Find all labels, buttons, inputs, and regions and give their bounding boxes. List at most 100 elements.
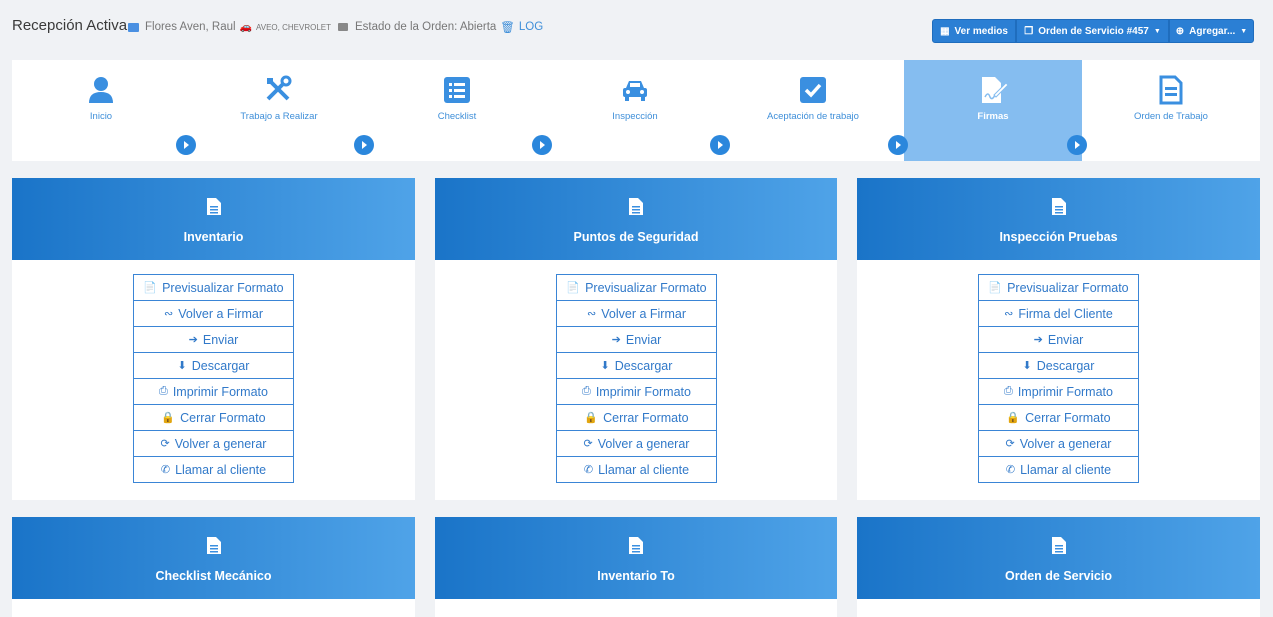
file-text-icon [629, 537, 643, 554]
log-icon[interactable]: 🗑 [500, 20, 515, 34]
action-label: Previsualizar Formato [162, 280, 284, 295]
orden-servicio-dropdown[interactable]: ❐ Orden de Servicio #457 ▼ [1016, 19, 1169, 43]
signature-icon [982, 77, 1008, 103]
action-label: Llamar al cliente [1020, 462, 1112, 477]
step-aceptacion-de-trabajo[interactable]: Aceptación de trabajo [724, 60, 902, 161]
action-button[interactable]: ✆ Llamar al cliente [556, 456, 717, 483]
action-button[interactable]: ⎙ Imprimir Formato [978, 378, 1139, 405]
next-step-arrow-icon[interactable] [1067, 135, 1087, 155]
ver-medios-label: Ver medios [954, 25, 1008, 37]
refresh-icon: ⟳ [1005, 438, 1015, 450]
refresh-icon: ⟳ [583, 438, 593, 450]
next-step-arrow-icon[interactable] [710, 135, 730, 155]
action-label: Enviar [1047, 332, 1084, 347]
step-inspeccion[interactable]: Inspección [546, 60, 724, 161]
action-button[interactable]: ⟳ Volver a generar [978, 430, 1139, 457]
print-icon: ⎙ [1004, 385, 1013, 397]
action-label: Enviar [202, 332, 239, 347]
file-text-icon [1051, 537, 1066, 554]
step-firmas[interactable]: Firmas [904, 60, 1082, 161]
next-step-arrow-icon[interactable] [888, 135, 908, 155]
action-button[interactable]: ⬇ Descargar [978, 352, 1139, 379]
tools-icon [266, 75, 292, 101]
action-button[interactable]: 🔒 Cerrar Formato [556, 404, 717, 431]
list-icon [444, 77, 470, 103]
step-checklist[interactable]: Checklist [368, 60, 546, 161]
file-text-icon [1051, 198, 1066, 215]
agregar-dropdown[interactable]: ⊕ Agregar... ▼ [1169, 19, 1254, 43]
next-step-arrow-icon[interactable] [176, 135, 196, 155]
toolbar: ▦ Ver medios ❐ Orden de Servicio #457 ▼ … [932, 19, 1254, 43]
plus-circle-icon: ⊕ [1175, 25, 1185, 37]
step-label: Inicio [89, 111, 113, 122]
file-text-icon [629, 198, 643, 215]
action-button[interactable]: ✆ Llamar al cliente [978, 456, 1139, 483]
step-inicio[interactable]: Inicio [12, 60, 190, 161]
action-button[interactable]: 🔒 Cerrar Formato [133, 404, 294, 431]
log-link[interactable]: LOG [519, 21, 543, 33]
action-button[interactable]: ⬇ Descargar [556, 352, 717, 379]
card-title: Orden de Servicio [1005, 569, 1112, 583]
customer-name: Flores Aven, Raul [145, 21, 236, 33]
card-actions: 📄 Previsualizar Formato ∾ Volver a Firmar ➔ E… [556, 274, 717, 483]
top-bar: Recepción Activa Flores Aven, Raul 🚗 AVE… [0, 0, 1273, 50]
send-icon: ➔ [188, 334, 198, 346]
action-button[interactable]: ∾ Volver a Firmar [556, 300, 717, 327]
action-label: Descargar [614, 358, 673, 373]
file-icon: 📄 [988, 282, 1003, 294]
print-icon: ⎙ [582, 385, 591, 397]
next-step-arrow-icon[interactable] [532, 135, 552, 155]
action-button[interactable]: ⬇ Descargar [133, 352, 294, 379]
vehicle-name: AVEO, CHEVROLET [256, 22, 331, 32]
download-icon: ⬇ [177, 360, 187, 372]
action-button[interactable]: ∾ Volver a Firmar [133, 300, 294, 327]
action-button[interactable]: 📄 Previsualizar Formato [133, 274, 294, 301]
action-button[interactable]: ⟳ Volver a generar [556, 430, 717, 457]
action-button[interactable]: 🔒 Cerrar Formato [978, 404, 1139, 431]
action-label: Descargar [191, 358, 250, 373]
ver-medios-button[interactable]: ▦ Ver medios [932, 19, 1016, 43]
action-button[interactable]: ➔ Enviar [978, 326, 1139, 353]
file-icon: 📄 [566, 282, 581, 294]
action-label: Llamar al cliente [175, 462, 267, 477]
action-button[interactable]: ⎙ Imprimir Formato [133, 378, 294, 405]
action-label: Imprimir Formato [595, 384, 691, 399]
caret-down-icon: ▼ [1153, 27, 1161, 35]
action-label: Cerrar Formato [1025, 410, 1111, 425]
card-title: Inspección Pruebas [999, 230, 1118, 244]
workflow-stepper: Inicio Trabajo a Realizar Checklist Insp… [12, 60, 1260, 161]
document-icon [1159, 75, 1183, 105]
next-step-arrow-icon[interactable] [354, 135, 374, 155]
action-label: Previsualizar Formato [585, 280, 707, 295]
action-button[interactable]: ⟳ Volver a generar [133, 430, 294, 457]
action-label: Imprimir Formato [172, 384, 268, 399]
checkbox-icon [800, 77, 826, 103]
order-meta: Flores Aven, Raul 🚗 AVEO, CHEVROLET Esta… [128, 20, 543, 34]
car-icon [623, 81, 647, 101]
phone-icon: ✆ [583, 464, 594, 476]
card-header: Orden de Servicio [857, 517, 1260, 599]
action-label: Enviar [625, 332, 662, 347]
step-orden-de-trabajo[interactable]: Orden de Trabajo [1082, 60, 1260, 161]
file-icon: 📄 [143, 282, 158, 294]
action-button[interactable]: 📄 Previsualizar Formato [978, 274, 1139, 301]
grid-icon: ▦ [940, 25, 950, 37]
action-button[interactable]: ∾ Firma del Cliente [978, 300, 1139, 327]
orden-servicio-label: Orden de Servicio #457 [1038, 25, 1149, 37]
format-card: Inspección Pruebas 📄 Previsualizar Format… [857, 178, 1260, 500]
user-icon [89, 77, 113, 103]
action-button[interactable]: ✆ Llamar al cliente [133, 456, 294, 483]
step-label: Trabajo a Realizar [240, 111, 318, 122]
signature-icon: ∾ [1004, 308, 1014, 320]
step-trabajo-a-realizar[interactable]: Trabajo a Realizar [190, 60, 368, 161]
card-header: Inventario [12, 178, 415, 260]
action-button[interactable]: ➔ Enviar [133, 326, 294, 353]
signature-icon: ∾ [164, 308, 174, 320]
action-button[interactable]: ➔ Enviar [556, 326, 717, 353]
file-text-icon [206, 537, 221, 554]
action-button[interactable]: ⎙ Imprimir Formato [556, 378, 717, 405]
phone-icon: ✆ [160, 464, 171, 476]
action-button[interactable]: 📄 Previsualizar Formato [556, 274, 717, 301]
card-title: Inventario [183, 230, 244, 244]
step-label: Checklist [437, 111, 477, 122]
